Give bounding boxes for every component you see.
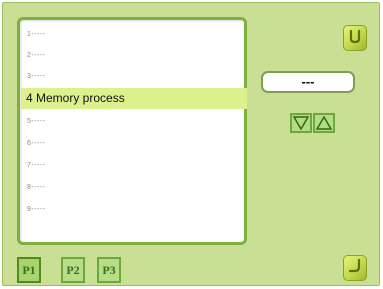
down-button[interactable]: [290, 113, 312, 133]
tab-p1[interactable]: P1: [17, 257, 41, 283]
screen: 1----- 2----- 3----- 4 Memory process 5-…: [2, 2, 380, 286]
up-button[interactable]: [313, 113, 335, 133]
return-button[interactable]: [343, 25, 367, 51]
enter-icon: [347, 258, 363, 279]
list-item[interactable]: 7-----: [23, 155, 241, 176]
list-item[interactable]: 9-----: [23, 199, 241, 220]
return-icon: [347, 28, 363, 49]
triangle-up-icon: [316, 116, 332, 130]
tab-p3[interactable]: P3: [97, 257, 121, 283]
tab-p2[interactable]: P2: [61, 257, 85, 283]
list-item[interactable]: 1-----: [23, 24, 241, 45]
list-item[interactable]: 6-----: [23, 133, 241, 154]
value-field[interactable]: ---: [261, 71, 355, 93]
list-item[interactable]: 2-----: [23, 45, 241, 66]
list-item[interactable]: 5-----: [23, 111, 241, 132]
process-list[interactable]: 1----- 2----- 3----- 4 Memory process 5-…: [17, 17, 247, 245]
triangle-down-icon: [293, 116, 309, 130]
list-item[interactable]: 8-----: [23, 177, 241, 198]
list-item-selected[interactable]: 4 Memory process: [21, 88, 247, 109]
enter-button[interactable]: [343, 255, 367, 281]
list-item[interactable]: 3-----: [23, 66, 241, 87]
